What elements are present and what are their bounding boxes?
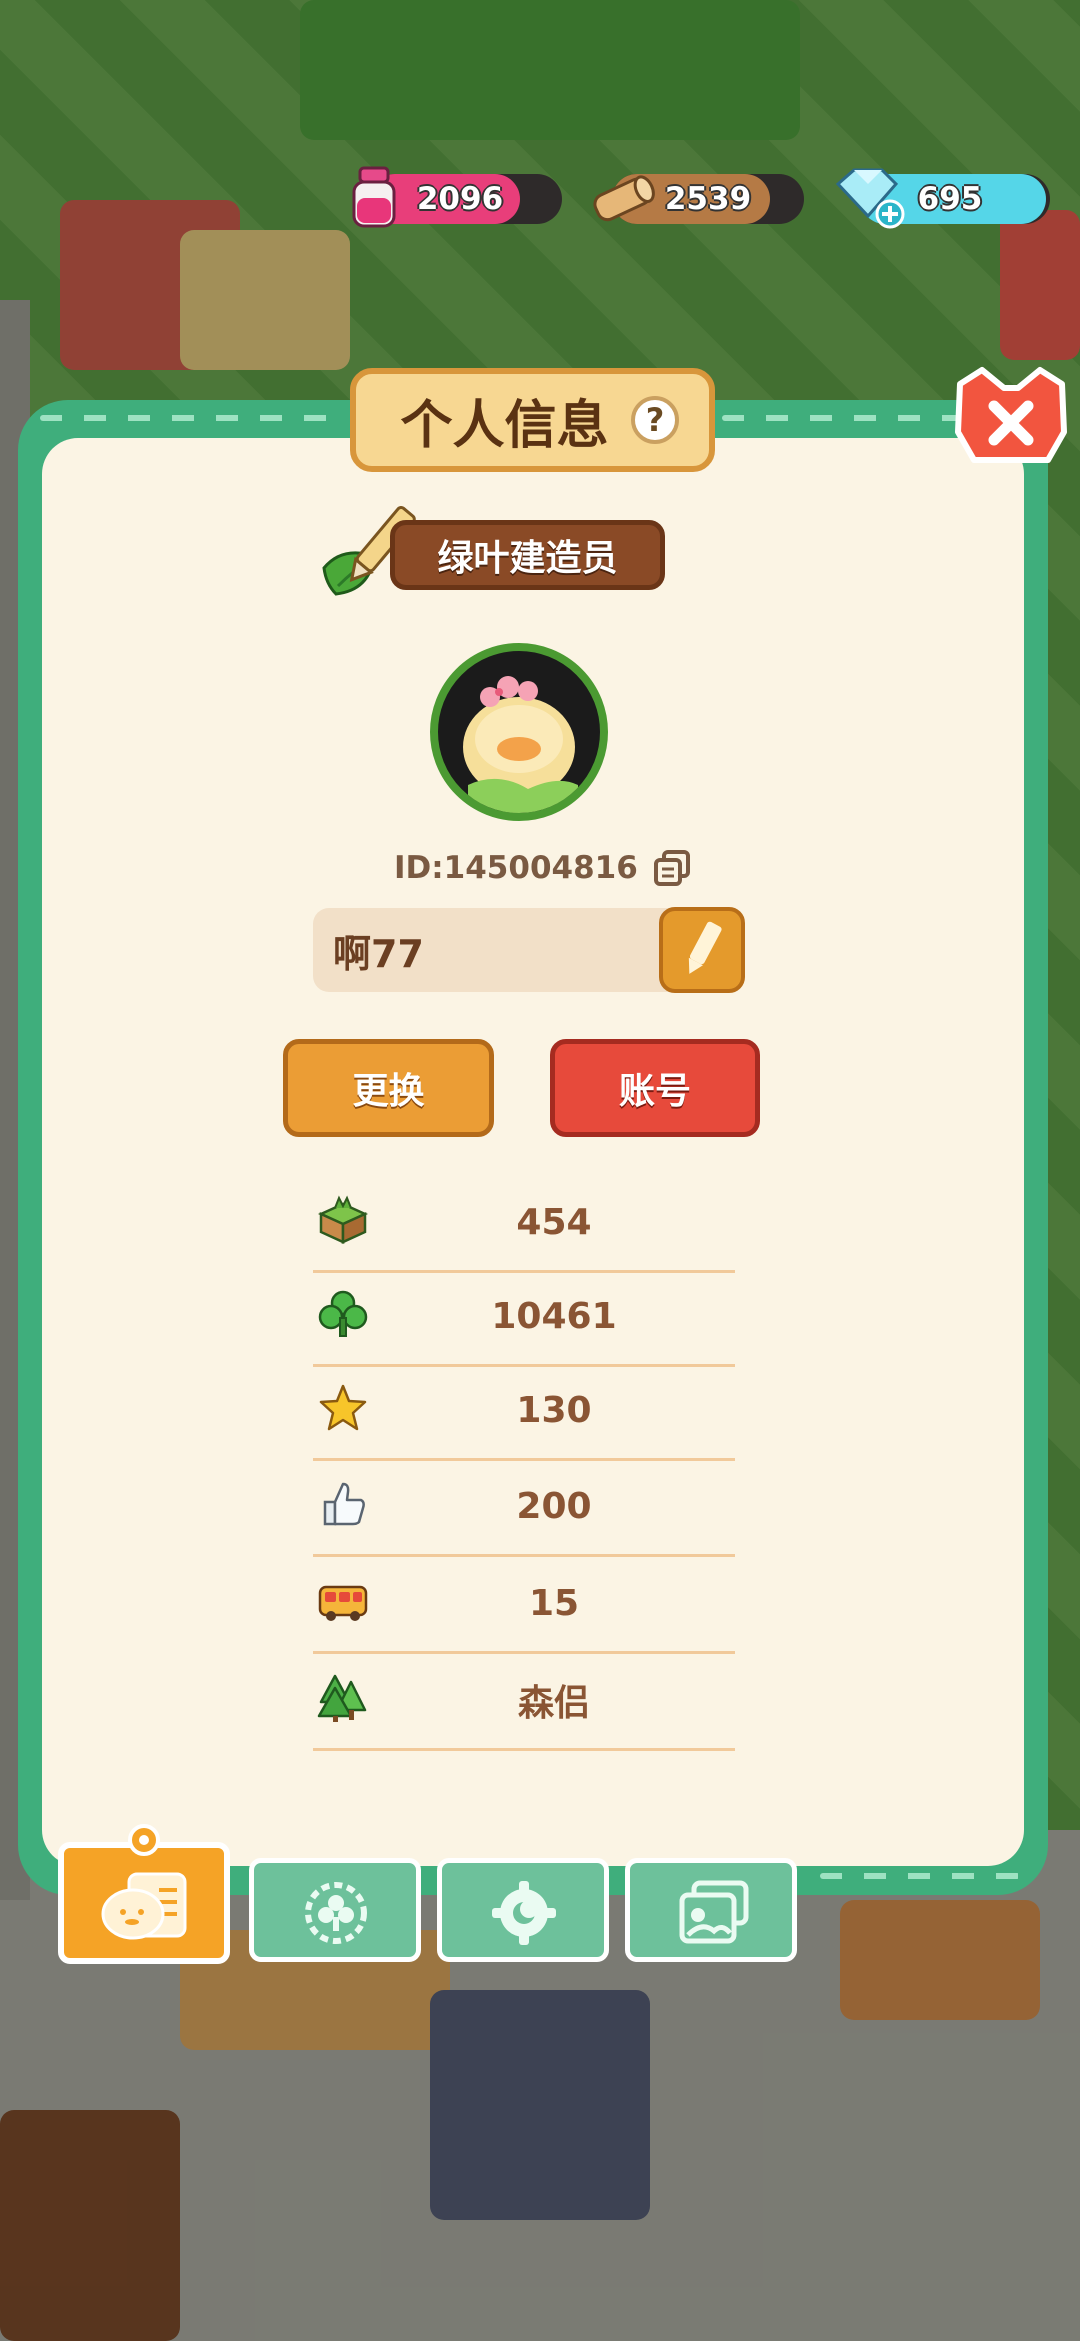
stat-value: 森侣 <box>517 1683 590 1724</box>
diamond-plus-icon[interactable] <box>830 164 906 230</box>
land-block-icon <box>317 1195 369 1244</box>
duck-avatar-icon <box>463 676 578 813</box>
star-icon <box>319 1384 367 1431</box>
ink-counter[interactable]: 2096 <box>370 174 562 224</box>
stat-row-forest: 森侣 <box>313 1652 735 1751</box>
stat-row-bus: 15 <box>313 1555 735 1654</box>
pencil-icon <box>688 921 722 974</box>
player-name: 啊77 <box>333 931 424 976</box>
badge-flower-icon <box>305 1882 367 1944</box>
ink-bottle-icon <box>352 166 396 228</box>
wood-value: 2539 <box>664 181 752 217</box>
ink-value: 2096 <box>416 181 504 217</box>
stat-value: 200 <box>516 1485 592 1527</box>
stat-value: 10461 <box>491 1295 617 1337</box>
stat-row-land: 454 <box>313 1174 735 1273</box>
profile-card-icon <box>101 1872 187 1940</box>
tree-icon <box>317 1674 367 1722</box>
wood-log-icon <box>593 175 655 222</box>
panel-title-tab: 个人信息 ? <box>350 368 715 472</box>
tab-badge[interactable] <box>249 1858 421 1962</box>
copy-icon[interactable] <box>652 848 692 888</box>
panel-dash-bottom <box>820 1873 1020 1879</box>
player-id-row: ID:145004816 <box>394 840 692 896</box>
photo-album-icon <box>679 1880 749 1944</box>
tab-gear[interactable] <box>437 1858 609 1962</box>
panel-dash-left <box>40 415 340 421</box>
panel-title: 个人信息 <box>400 395 609 456</box>
rank-board: 绿叶建造员 <box>390 520 665 590</box>
help-button[interactable]: ? <box>631 396 679 444</box>
stat-value: 454 <box>516 1201 592 1243</box>
stat-row-clover: 10461 <box>313 1268 735 1367</box>
stat-row-star: 130 <box>313 1362 735 1461</box>
gear-moon-icon <box>492 1881 556 1945</box>
diamond-value: 695 <box>917 181 983 217</box>
pin-icon <box>128 1824 160 1856</box>
clover-icon <box>318 1290 368 1337</box>
close-button[interactable] <box>952 362 1070 474</box>
panel-dash-right <box>722 415 962 421</box>
bus-icon <box>318 1585 368 1621</box>
tab-profile-card[interactable] <box>58 1824 230 1964</box>
rank-title: 绿叶建造员 <box>437 538 618 579</box>
player-id: ID:145004816 <box>394 850 638 886</box>
stat-value: 15 <box>528 1582 580 1624</box>
avatar[interactable] <box>430 643 608 821</box>
tab-album[interactable] <box>625 1858 797 1962</box>
stat-value: 130 <box>516 1389 592 1431</box>
edit-name-button[interactable] <box>659 907 745 993</box>
stat-row-likes: 200 <box>313 1458 735 1557</box>
rank-badge: 绿叶建造员 <box>318 506 673 602</box>
thumbs-up-icon <box>323 1482 365 1526</box>
change-button[interactable]: 更换 <box>283 1039 494 1137</box>
account-button[interactable]: 账号 <box>550 1039 760 1137</box>
